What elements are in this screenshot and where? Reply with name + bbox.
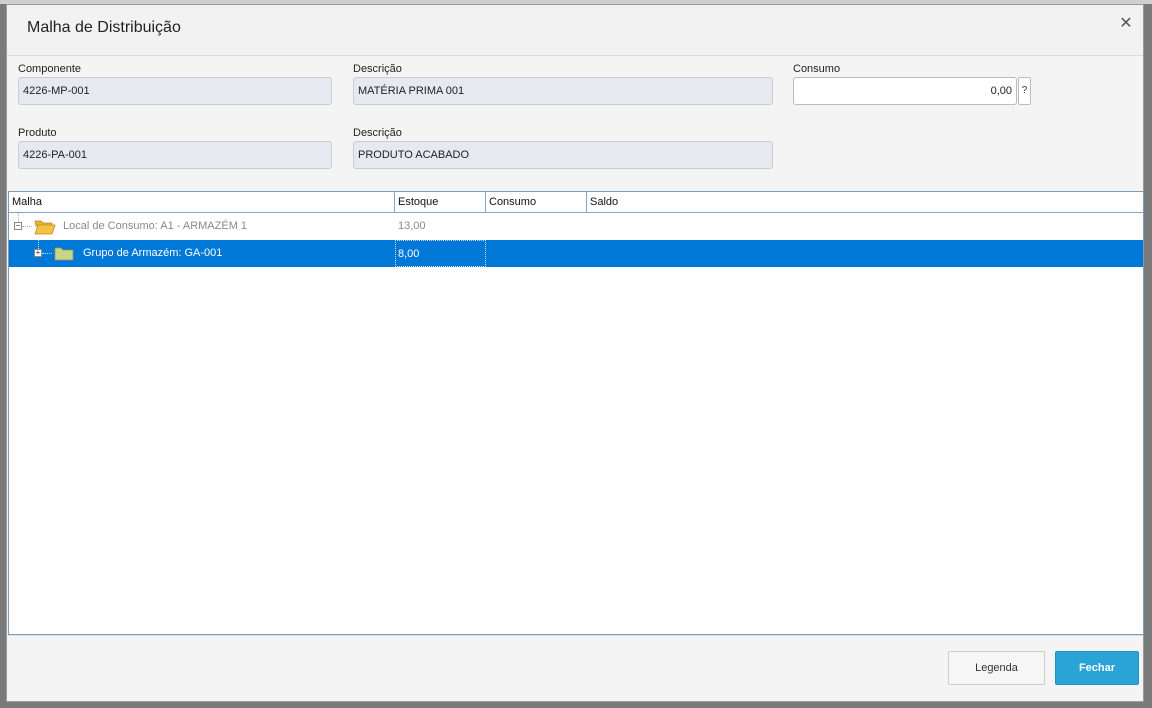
dialog-title: Malha de Distribuição — [27, 19, 181, 36]
tree-row-label: Local de Consumo: A1 - ARMAZÉM 1 — [63, 220, 248, 232]
collapse-icon[interactable]: − — [14, 222, 22, 230]
descricao-componente-label: Descrição — [353, 63, 402, 75]
column-header-consumo[interactable]: Consumo — [486, 192, 587, 212]
tree-row-label: Grupo de Armazém: GA-001 — [83, 247, 223, 259]
produto-field[interactable]: 4226-PA-001 — [18, 141, 332, 169]
tree-row-estoque: 13,00 — [398, 220, 426, 232]
produto-label: Produto — [18, 127, 57, 139]
componente-label: Componente — [18, 63, 81, 75]
tree-connector — [42, 253, 52, 254]
descricao-componente-field[interactable]: MATÉRIA PRIMA 001 — [353, 77, 773, 105]
close-icon[interactable]: ✕ — [1117, 15, 1135, 33]
consumo-label: Consumo — [793, 63, 841, 75]
componente-field[interactable]: 4226-MP-001 — [18, 77, 332, 105]
malha-tree-grid[interactable]: Malha Estoque Consumo Saldo − Local de C… — [8, 191, 1144, 635]
column-header-saldo[interactable]: Saldo — [587, 192, 1143, 212]
tree-row-selected[interactable]: + Grupo de Armazém: GA-001 8,00 — [9, 240, 1143, 267]
grid-header: Malha Estoque Consumo Saldo — [9, 192, 1143, 213]
column-header-malha[interactable]: Malha — [9, 192, 395, 212]
open-folder-icon — [34, 220, 56, 235]
consumo-field[interactable]: 0,00 — [793, 77, 1017, 105]
folder-icon — [54, 247, 74, 261]
dialog-title-bar: Malha de Distribuição ✕ — [7, 5, 1143, 56]
tree-row-estoque: 8,00 — [395, 240, 486, 267]
tree-row[interactable]: − Local de Consumo: A1 - ARMAZÉM 1 13,00 — [9, 213, 1143, 240]
descricao-produto-field[interactable]: PRODUTO ACABADO — [353, 141, 773, 169]
descricao-produto-label: Descrição — [353, 127, 402, 139]
column-header-estoque[interactable]: Estoque — [395, 192, 486, 212]
legenda-button[interactable]: Legenda — [948, 651, 1045, 685]
fechar-button[interactable]: Fechar — [1055, 651, 1139, 685]
footer-divider — [7, 635, 1143, 636]
consumo-help-button[interactable]: ? — [1018, 77, 1031, 105]
malha-distribuicao-dialog: Malha de Distribuição ✕ Componente 4226-… — [6, 4, 1144, 702]
tree-connector — [22, 226, 32, 227]
expand-icon[interactable]: + — [34, 249, 42, 257]
